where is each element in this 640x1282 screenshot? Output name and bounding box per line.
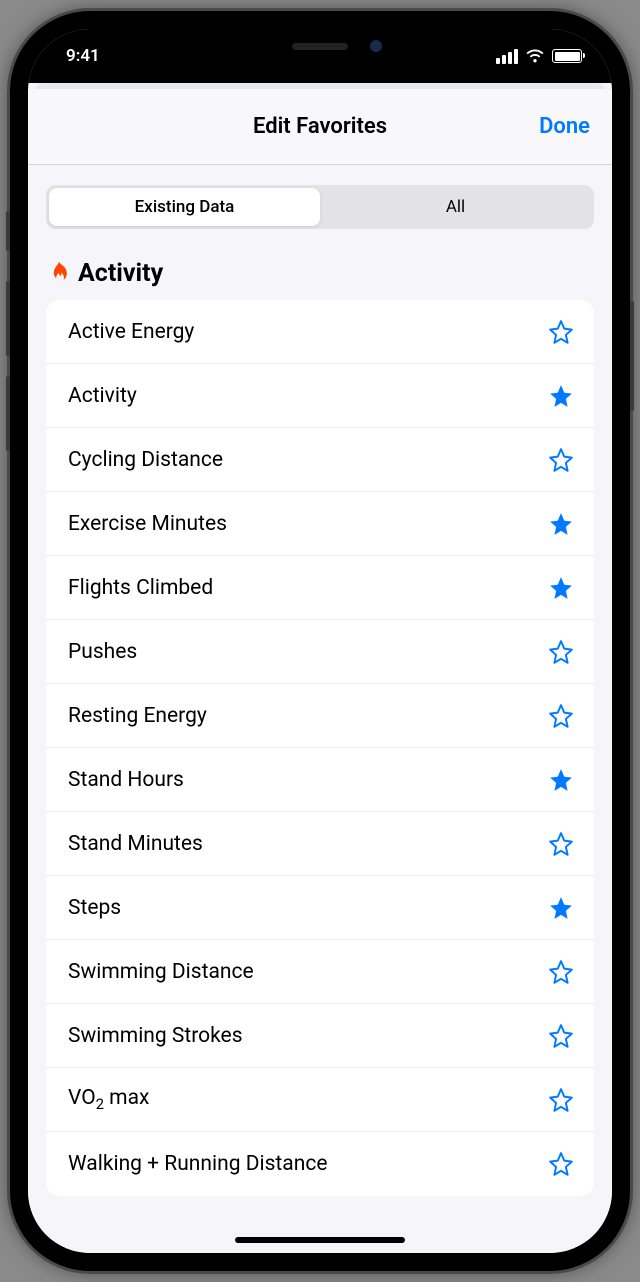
list-item-label: Cycling Distance <box>68 448 223 472</box>
list-item-label: Resting Energy <box>68 704 207 728</box>
side-button[interactable] <box>630 301 634 411</box>
navbar: Edit Favorites Done <box>28 89 612 165</box>
star-outline-icon[interactable] <box>548 831 574 857</box>
content-scroll[interactable]: Existing DataAll Activity Active EnergyA… <box>28 165 612 1253</box>
list-item[interactable]: Cycling Distance <box>46 428 594 492</box>
list-item[interactable]: Pushes <box>46 620 594 684</box>
notch <box>215 29 425 65</box>
list-item[interactable]: Activity <box>46 364 594 428</box>
star-outline-icon[interactable] <box>548 639 574 665</box>
star-outline-icon[interactable] <box>548 959 574 985</box>
volume-up-button[interactable] <box>6 281 10 356</box>
list-item[interactable]: Steps <box>46 876 594 940</box>
home-indicator[interactable] <box>235 1237 405 1243</box>
segment-all[interactable]: All <box>320 188 591 226</box>
star-outline-icon[interactable] <box>548 447 574 473</box>
device-frame: 9:41 Edit Favorites Done Existing Da <box>10 11 630 1271</box>
section-title: Activity <box>78 259 163 288</box>
volume-down-button[interactable] <box>6 376 10 451</box>
list-item[interactable]: Exercise Minutes <box>46 492 594 556</box>
list-item[interactable]: Stand Minutes <box>46 812 594 876</box>
star-outline-icon[interactable] <box>548 1087 574 1113</box>
list-item[interactable]: Swimming Distance <box>46 940 594 1004</box>
mute-switch[interactable] <box>6 211 10 251</box>
list-item-label: VO2 max <box>68 1086 149 1113</box>
list-item-label: Stand Hours <box>68 768 184 792</box>
segmented-control[interactable]: Existing DataAll <box>46 185 594 229</box>
list-item[interactable]: Resting Energy <box>46 684 594 748</box>
status-time: 9:41 <box>66 46 100 66</box>
star-filled-icon[interactable] <box>548 511 574 537</box>
done-button[interactable]: Done <box>539 114 590 139</box>
section-activity: Activity Active Energy Activity Cycling Di… <box>46 259 594 1196</box>
list-item-label: Swimming Strokes <box>68 1024 243 1048</box>
list-item-label: Exercise Minutes <box>68 512 227 536</box>
list-item-label: Active Energy <box>68 320 194 344</box>
list-item-label: Flights Climbed <box>68 576 213 600</box>
list-item-label: Pushes <box>68 640 137 664</box>
list-item-label: Steps <box>68 896 121 920</box>
star-filled-icon[interactable] <box>548 895 574 921</box>
star-filled-icon[interactable] <box>548 575 574 601</box>
section-header: Activity <box>46 259 594 288</box>
favorites-list: Active Energy Activity Cycling Distance Exe… <box>46 300 594 1196</box>
battery-icon <box>552 49 582 63</box>
cellular-signal-icon <box>496 49 518 64</box>
star-outline-icon[interactable] <box>548 1151 574 1177</box>
list-item-label: Stand Minutes <box>68 832 203 856</box>
star-outline-icon[interactable] <box>548 703 574 729</box>
modal-sheet: Edit Favorites Done Existing DataAll Act… <box>28 89 612 1253</box>
list-item-label: Activity <box>68 384 137 408</box>
segment-existing-data[interactable]: Existing Data <box>49 188 320 226</box>
list-item[interactable]: Active Energy <box>46 300 594 364</box>
screen: 9:41 Edit Favorites Done Existing Da <box>28 29 612 1253</box>
list-item[interactable]: Walking + Running Distance <box>46 1132 594 1196</box>
page-title: Edit Favorites <box>253 114 387 139</box>
list-item[interactable]: VO2 max <box>46 1068 594 1132</box>
list-item-label: Swimming Distance <box>68 960 254 984</box>
star-filled-icon[interactable] <box>548 767 574 793</box>
list-item[interactable]: Stand Hours <box>46 748 594 812</box>
list-item[interactable]: Flights Climbed <box>46 556 594 620</box>
wifi-icon <box>525 49 545 64</box>
list-item[interactable]: Swimming Strokes <box>46 1004 594 1068</box>
star-filled-icon[interactable] <box>548 383 574 409</box>
star-outline-icon[interactable] <box>548 319 574 345</box>
flame-icon <box>48 261 70 287</box>
star-outline-icon[interactable] <box>548 1023 574 1049</box>
list-item-label: Walking + Running Distance <box>68 1152 327 1176</box>
